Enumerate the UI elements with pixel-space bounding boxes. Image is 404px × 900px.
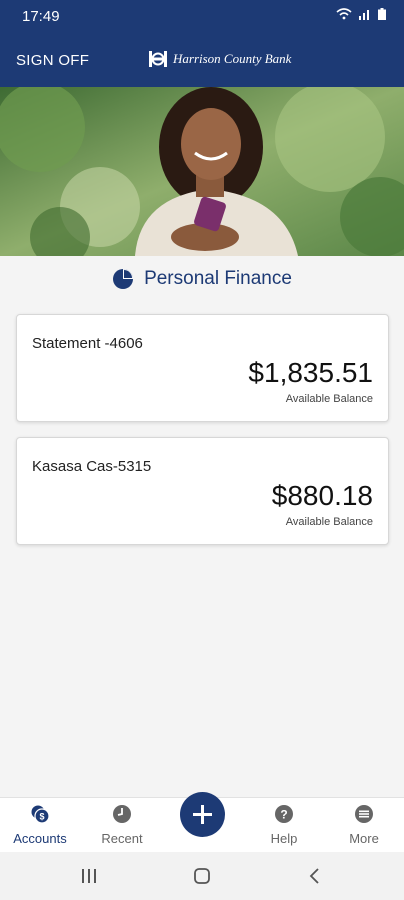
- system-nav-bar: [0, 852, 404, 900]
- balance-label: Available Balance: [285, 393, 373, 405]
- home-icon[interactable]: [193, 867, 211, 885]
- more-icon: [355, 805, 373, 823]
- status-icons: [336, 8, 386, 20]
- nav-help[interactable]: ? Help: [244, 798, 324, 853]
- recents-icon[interactable]: [80, 868, 98, 884]
- back-icon[interactable]: [308, 867, 322, 885]
- wifi-icon: [336, 8, 352, 20]
- svg-text:$: $: [39, 812, 44, 822]
- section-title: Personal Finance: [144, 268, 292, 289]
- bank-name: Harrison County Bank: [173, 51, 292, 66]
- bank-logo: Harrison County Bank: [147, 48, 291, 70]
- signal-icon: [359, 10, 369, 20]
- hero-image: [0, 87, 404, 256]
- nav-recent[interactable]: Recent: [82, 798, 162, 853]
- account-name: Kasasa Cas-5315: [32, 458, 152, 475]
- account-card[interactable]: Kasasa Cas-5315 $880.18 Available Balanc…: [16, 437, 389, 545]
- plus-icon: [193, 805, 212, 824]
- nav-label: Accounts: [13, 831, 67, 846]
- battery-icon: [378, 8, 386, 20]
- account-card[interactable]: Statement -4606 $1,835.51 Available Bala…: [16, 314, 389, 422]
- nav-label: Help: [270, 831, 298, 846]
- balance-label: Available Balance: [285, 516, 373, 528]
- add-button[interactable]: [180, 792, 225, 837]
- nav-label: More: [349, 831, 379, 846]
- app-header: SIGN OFF Harrison County Bank: [0, 32, 404, 87]
- account-name: Statement -4606: [32, 335, 143, 352]
- status-bar: 17:49: [0, 0, 404, 32]
- account-balance: $880.18: [271, 480, 373, 511]
- pie-chart-icon: [113, 269, 134, 289]
- sign-off-button[interactable]: SIGN OFF: [16, 52, 89, 69]
- section-header: Personal Finance: [0, 264, 404, 294]
- help-icon: ?: [275, 805, 293, 823]
- account-balance: $1,835.51: [248, 357, 373, 388]
- nav-accounts[interactable]: $ Accounts: [0, 798, 80, 853]
- nav-label: Recent: [101, 831, 143, 846]
- clock-icon: [113, 805, 131, 823]
- bank-monogram-icon: [149, 51, 167, 67]
- svg-text:?: ?: [280, 808, 287, 822]
- status-time: 17:49: [22, 8, 60, 25]
- nav-more[interactable]: More: [324, 798, 404, 853]
- accounts-icon: $: [31, 805, 50, 824]
